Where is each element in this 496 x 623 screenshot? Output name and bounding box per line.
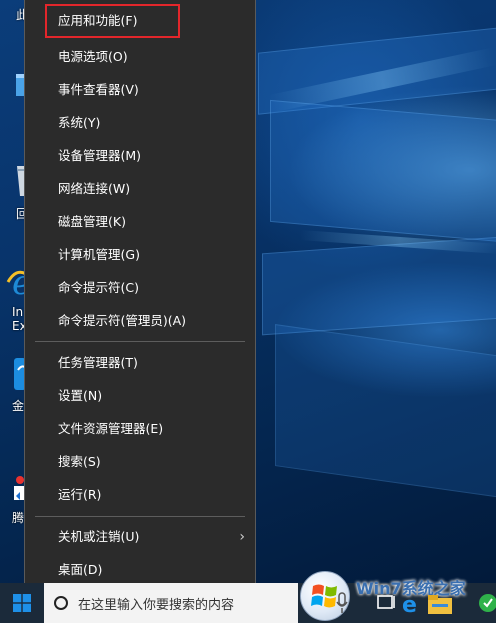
menu-item-command-prompt-admin[interactable]: 命令提示符(管理员)(A) xyxy=(25,306,255,336)
menu-item-label: 桌面(D) xyxy=(58,562,103,577)
menu-separator xyxy=(35,516,245,517)
menu-item-desktop[interactable]: 桌面(D) xyxy=(25,555,255,585)
menu-item-computer-management[interactable]: 计算机管理(G) xyxy=(25,240,255,270)
wallpaper-pane xyxy=(262,236,496,336)
menu-item-disk-management[interactable]: 磁盘管理(K) xyxy=(25,207,255,237)
wallpaper-pane xyxy=(275,324,496,498)
menu-item-search[interactable]: 搜索(S) xyxy=(25,447,255,477)
file-explorer-icon[interactable] xyxy=(426,590,454,616)
task-view-icon[interactable] xyxy=(376,590,398,616)
menu-item-label: 磁盘管理(K) xyxy=(58,214,126,229)
menu-item-label: 命令提示符(C) xyxy=(58,280,139,295)
menu-item-label: 电源选项(O) xyxy=(58,49,128,64)
menu-item-run[interactable]: 运行(R) xyxy=(25,480,255,510)
internet-explorer-icon: e xyxy=(6,263,32,303)
menu-item-shutdown-signout[interactable]: 关机或注销(U) › xyxy=(25,522,255,552)
edge-browser-icon[interactable]: e xyxy=(398,590,424,616)
menu-item-label: 关机或注销(U) xyxy=(58,529,140,544)
monitor-icon xyxy=(16,74,26,96)
menu-item-system[interactable]: 系统(Y) xyxy=(25,108,255,138)
menu-item-label: 设置(N) xyxy=(58,388,103,403)
menu-item-network-connections[interactable]: 网络连接(W) xyxy=(25,174,255,204)
menu-item-task-manager[interactable]: 任务管理器(T) xyxy=(25,348,255,378)
desktop-icon-tencent[interactable]: 腾 xyxy=(0,470,26,526)
menu-item-file-explorer[interactable]: 文件资源管理器(E) xyxy=(25,414,255,444)
menu-item-label: 设备管理器(M) xyxy=(58,148,142,163)
menu-item-label: 搜索(S) xyxy=(58,454,101,469)
desktop-icon-this-pc[interactable]: 此 xyxy=(0,6,28,23)
tencent-shortcut-icon xyxy=(14,476,26,500)
recycle-bin-icon xyxy=(17,166,26,196)
taskbar-search-box[interactable]: 在这里输入你要搜索的内容 xyxy=(44,583,298,623)
menu-item-power-options[interactable]: 电源选项(O) xyxy=(25,42,255,72)
wallpaper-pane xyxy=(270,99,496,243)
chevron-right-icon: › xyxy=(239,529,245,545)
start-button[interactable] xyxy=(0,583,44,623)
menu-item-device-manager[interactable]: 设备管理器(M) xyxy=(25,141,255,171)
desktop-icon-recycle-bin[interactable]: 回 xyxy=(0,160,28,222)
menu-item-label: 运行(R) xyxy=(58,487,102,502)
menu-item-label: 网络连接(W) xyxy=(58,181,131,196)
windows-logo-icon xyxy=(13,594,31,612)
menu-item-command-prompt[interactable]: 命令提示符(C) xyxy=(25,273,255,303)
menu-item-label: 计算机管理(G) xyxy=(58,247,140,262)
menu-item-label: 系统(Y) xyxy=(58,115,101,130)
menu-item-label: 命令提示符(管理员)(A) xyxy=(58,313,187,328)
menu-item-settings[interactable]: 设置(N) xyxy=(25,381,255,411)
menu-item-event-viewer[interactable]: 事件查看器(V) xyxy=(25,75,255,105)
menu-item-label: 文件资源管理器(E) xyxy=(58,421,164,436)
cortana-icon xyxy=(54,596,68,610)
desktop-icon-folder[interactable] xyxy=(0,70,26,103)
menu-separator xyxy=(35,341,245,342)
search-placeholder: 在这里输入你要搜索的内容 xyxy=(78,597,235,613)
app-shortcut-icon xyxy=(14,358,27,390)
menu-item-label: 任务管理器(T) xyxy=(58,355,138,370)
desktop-icon-app[interactable]: 金 xyxy=(0,356,27,414)
win-x-context-menu: 应用和功能(F) 电源选项(O) 事件查看器(V) 系统(Y) 设备管理器(M)… xyxy=(24,0,256,591)
menu-item-apps-and-features[interactable]: 应用和功能(F) xyxy=(45,4,180,38)
menu-item-label: 事件查看器(V) xyxy=(58,82,139,97)
app-tray-icon[interactable] xyxy=(476,590,496,616)
microphone-icon[interactable] xyxy=(336,592,348,614)
desktop-icon-ie[interactable]: e In Ex xyxy=(0,263,32,333)
desktop-screen: 此 回 e In Ex 金 腾 xyxy=(0,0,496,623)
svg-text:e: e xyxy=(402,593,417,616)
menu-item-label: 应用和功能(F) xyxy=(58,13,138,28)
